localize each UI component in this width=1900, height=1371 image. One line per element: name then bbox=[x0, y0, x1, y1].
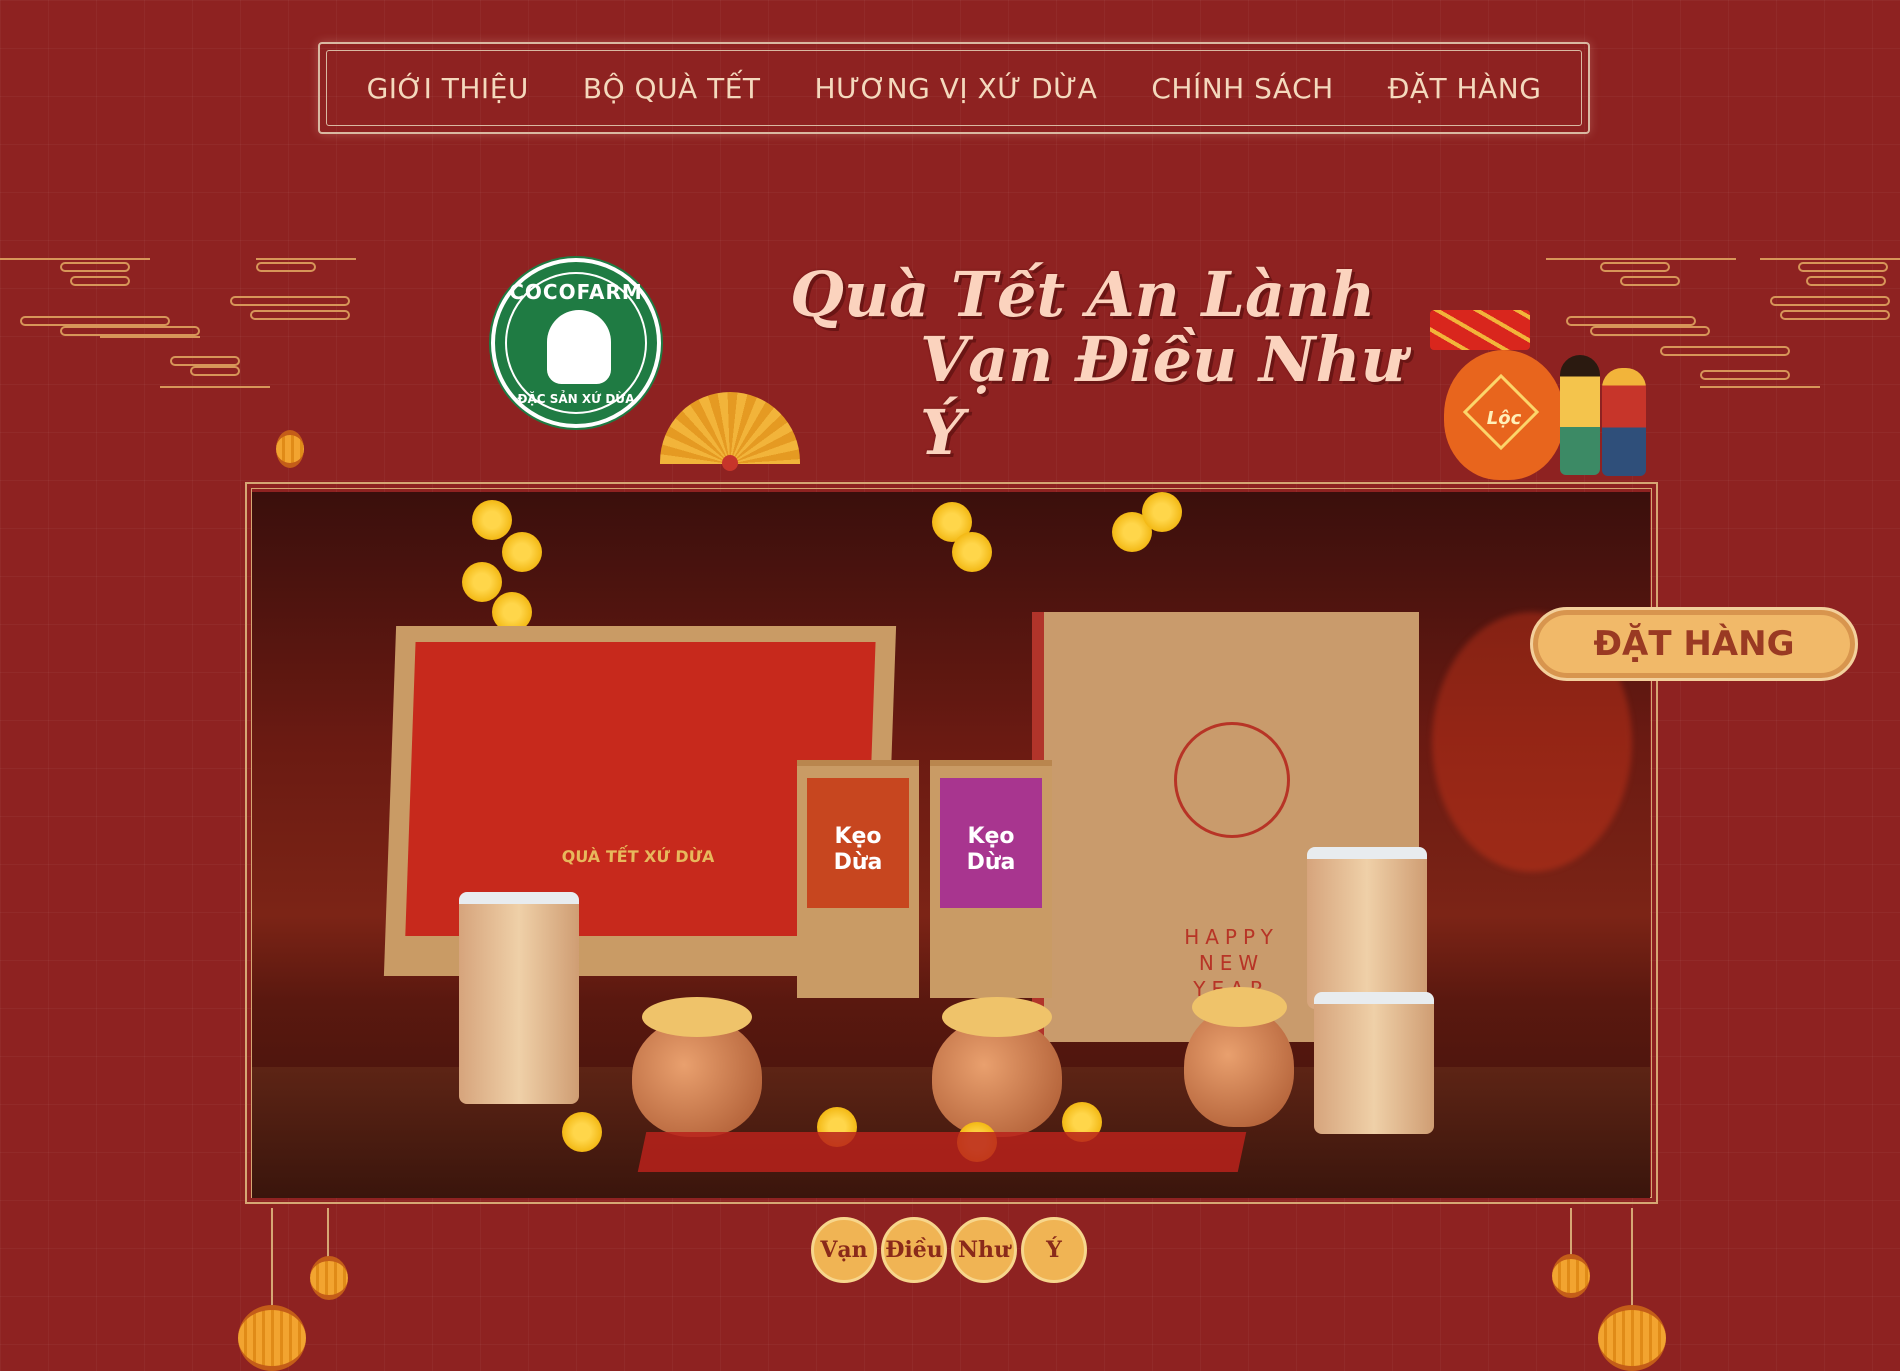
lantern-icon-right-small bbox=[1552, 1254, 1590, 1298]
money-bag-icon: Lộc bbox=[1444, 350, 1564, 480]
lantern-icon-left-small bbox=[310, 1256, 348, 1300]
motto-circles: Vạn Điều Như Ý bbox=[811, 1217, 1087, 1283]
candy-box-1-title: Kẹo Dừa bbox=[833, 824, 883, 875]
nav-list: GIỚI THIỆU BỘ QUÀ TẾT HƯƠNG VỊ XỨ DỪA CH… bbox=[320, 44, 1588, 132]
coconut-chips-jar-right-top bbox=[1307, 847, 1427, 1009]
logo-tagline: ĐẶC SẢN XỨ DỪA bbox=[517, 392, 635, 406]
man-figure-icon bbox=[1602, 368, 1646, 476]
red-envelopes-icon bbox=[1430, 310, 1530, 350]
lantern-icon-right-large bbox=[1598, 1305, 1666, 1371]
woman-figure-icon bbox=[1560, 355, 1600, 475]
bag-logo-icon bbox=[1174, 722, 1290, 838]
order-button[interactable]: ĐẶT HÀNG bbox=[1530, 607, 1858, 681]
nav-item-chinh-sach[interactable]: CHÍNH SÁCH bbox=[1151, 72, 1333, 105]
paper-fan-icon bbox=[660, 392, 800, 464]
nav-item-dat-hang[interactable]: ĐẶT HÀNG bbox=[1388, 72, 1542, 105]
fan-handle bbox=[722, 455, 738, 471]
nav-item-bo-qua-tet[interactable]: BỘ QUÀ TẾT bbox=[583, 72, 761, 105]
motto-circle-van: Vạn bbox=[811, 1217, 877, 1283]
motto-circle-dieu: Điều bbox=[881, 1217, 947, 1283]
motto-circle-nhu: Như bbox=[951, 1217, 1017, 1283]
red-envelope-tablecloth bbox=[637, 1132, 1247, 1172]
headline-line-1: Quà Tết An Lành bbox=[790, 258, 1376, 331]
cocofarm-logo[interactable]: COCOFARM ĐẶC SẢN XỨ DỪA bbox=[491, 258, 661, 428]
motto-circle-y: Ý bbox=[1021, 1217, 1087, 1283]
lantern-icon-left-large bbox=[238, 1305, 306, 1371]
headline-line-2: Vạn Điều Như Ý bbox=[920, 323, 1406, 469]
coconut-chips-jar-left bbox=[459, 892, 579, 1104]
money-bag-label: Lộc bbox=[1486, 408, 1522, 429]
coconut-candy-box-2: Kẹo Dừa bbox=[930, 760, 1052, 998]
logo-brand: COCOFARM bbox=[509, 280, 643, 304]
nav-item-huong-vi-xu-dua[interactable]: HƯƠNG VỊ XỨ DỪA bbox=[815, 72, 1098, 105]
hero-product-photo: QUÀ TẾT XỨ DỪA HAPPY NEW YEAR Kẹo Dừa Kẹ… bbox=[252, 492, 1650, 1198]
hero-headline: Quà Tết An Lành Vạn Điều Như Ý bbox=[790, 258, 1430, 469]
top-navigation: GIỚI THIỆU BỘ QUÀ TẾT HƯƠNG VỊ XỨ DỪA CH… bbox=[318, 42, 1590, 134]
coconut-candy-box-1: Kẹo Dừa bbox=[797, 760, 919, 998]
nav-item-gioi-thieu[interactable]: GIỚI THIỆU bbox=[367, 72, 529, 105]
coconut-chips-jar-right-bottom bbox=[1314, 992, 1434, 1134]
woman-silhouette-icon bbox=[547, 310, 611, 384]
candy-box-2-title: Kẹo Dừa bbox=[966, 824, 1016, 875]
small-lantern-icon bbox=[276, 430, 304, 468]
